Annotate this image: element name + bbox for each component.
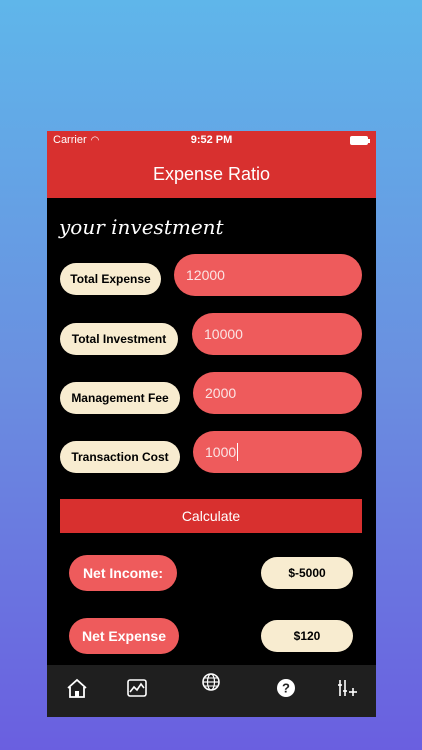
management-fee-input[interactable]: 2000 (193, 372, 362, 414)
status-bar: Carrier ◠ 9:52 PM (47, 133, 376, 149)
total-investment-input[interactable]: 10000 (192, 313, 362, 355)
globe-icon[interactable] (199, 671, 223, 693)
net-income-label: Net Income: (69, 555, 177, 591)
page-title: Expense Ratio (152, 164, 271, 184)
section-title: your investment (59, 215, 224, 239)
help-icon[interactable]: ? (274, 677, 298, 699)
status-time: 9:52 PM (190, 134, 233, 146)
net-income-value: $-5000 (261, 557, 353, 589)
nav-header: Carrier ◠ 9:52 PM Expense Ratio (47, 131, 376, 198)
home-icon[interactable] (65, 677, 89, 699)
sliders-icon[interactable] (335, 677, 359, 699)
transaction-cost-value: 1000 (205, 444, 237, 460)
total-expense-label: Total Expense (60, 263, 161, 295)
tab-bar: ? (47, 665, 376, 717)
total-expense-input[interactable]: 12000 (174, 254, 362, 296)
total-investment-label: Total Investment (60, 323, 178, 355)
net-expense-value: $120 (261, 620, 353, 652)
battery-icon (350, 136, 370, 145)
text-caret (237, 443, 239, 461)
chart-icon[interactable] (125, 677, 149, 699)
transaction-cost-label: Transaction Cost (60, 441, 180, 473)
net-expense-label: Net Expense (69, 618, 179, 654)
management-fee-label: Management Fee (60, 382, 180, 414)
app-screen: Carrier ◠ 9:52 PM Expense Ratio your inve… (47, 131, 376, 717)
calculate-button[interactable]: Calculate (60, 499, 362, 533)
svg-text:?: ? (282, 681, 290, 696)
transaction-cost-input[interactable]: 1000 (193, 431, 362, 473)
